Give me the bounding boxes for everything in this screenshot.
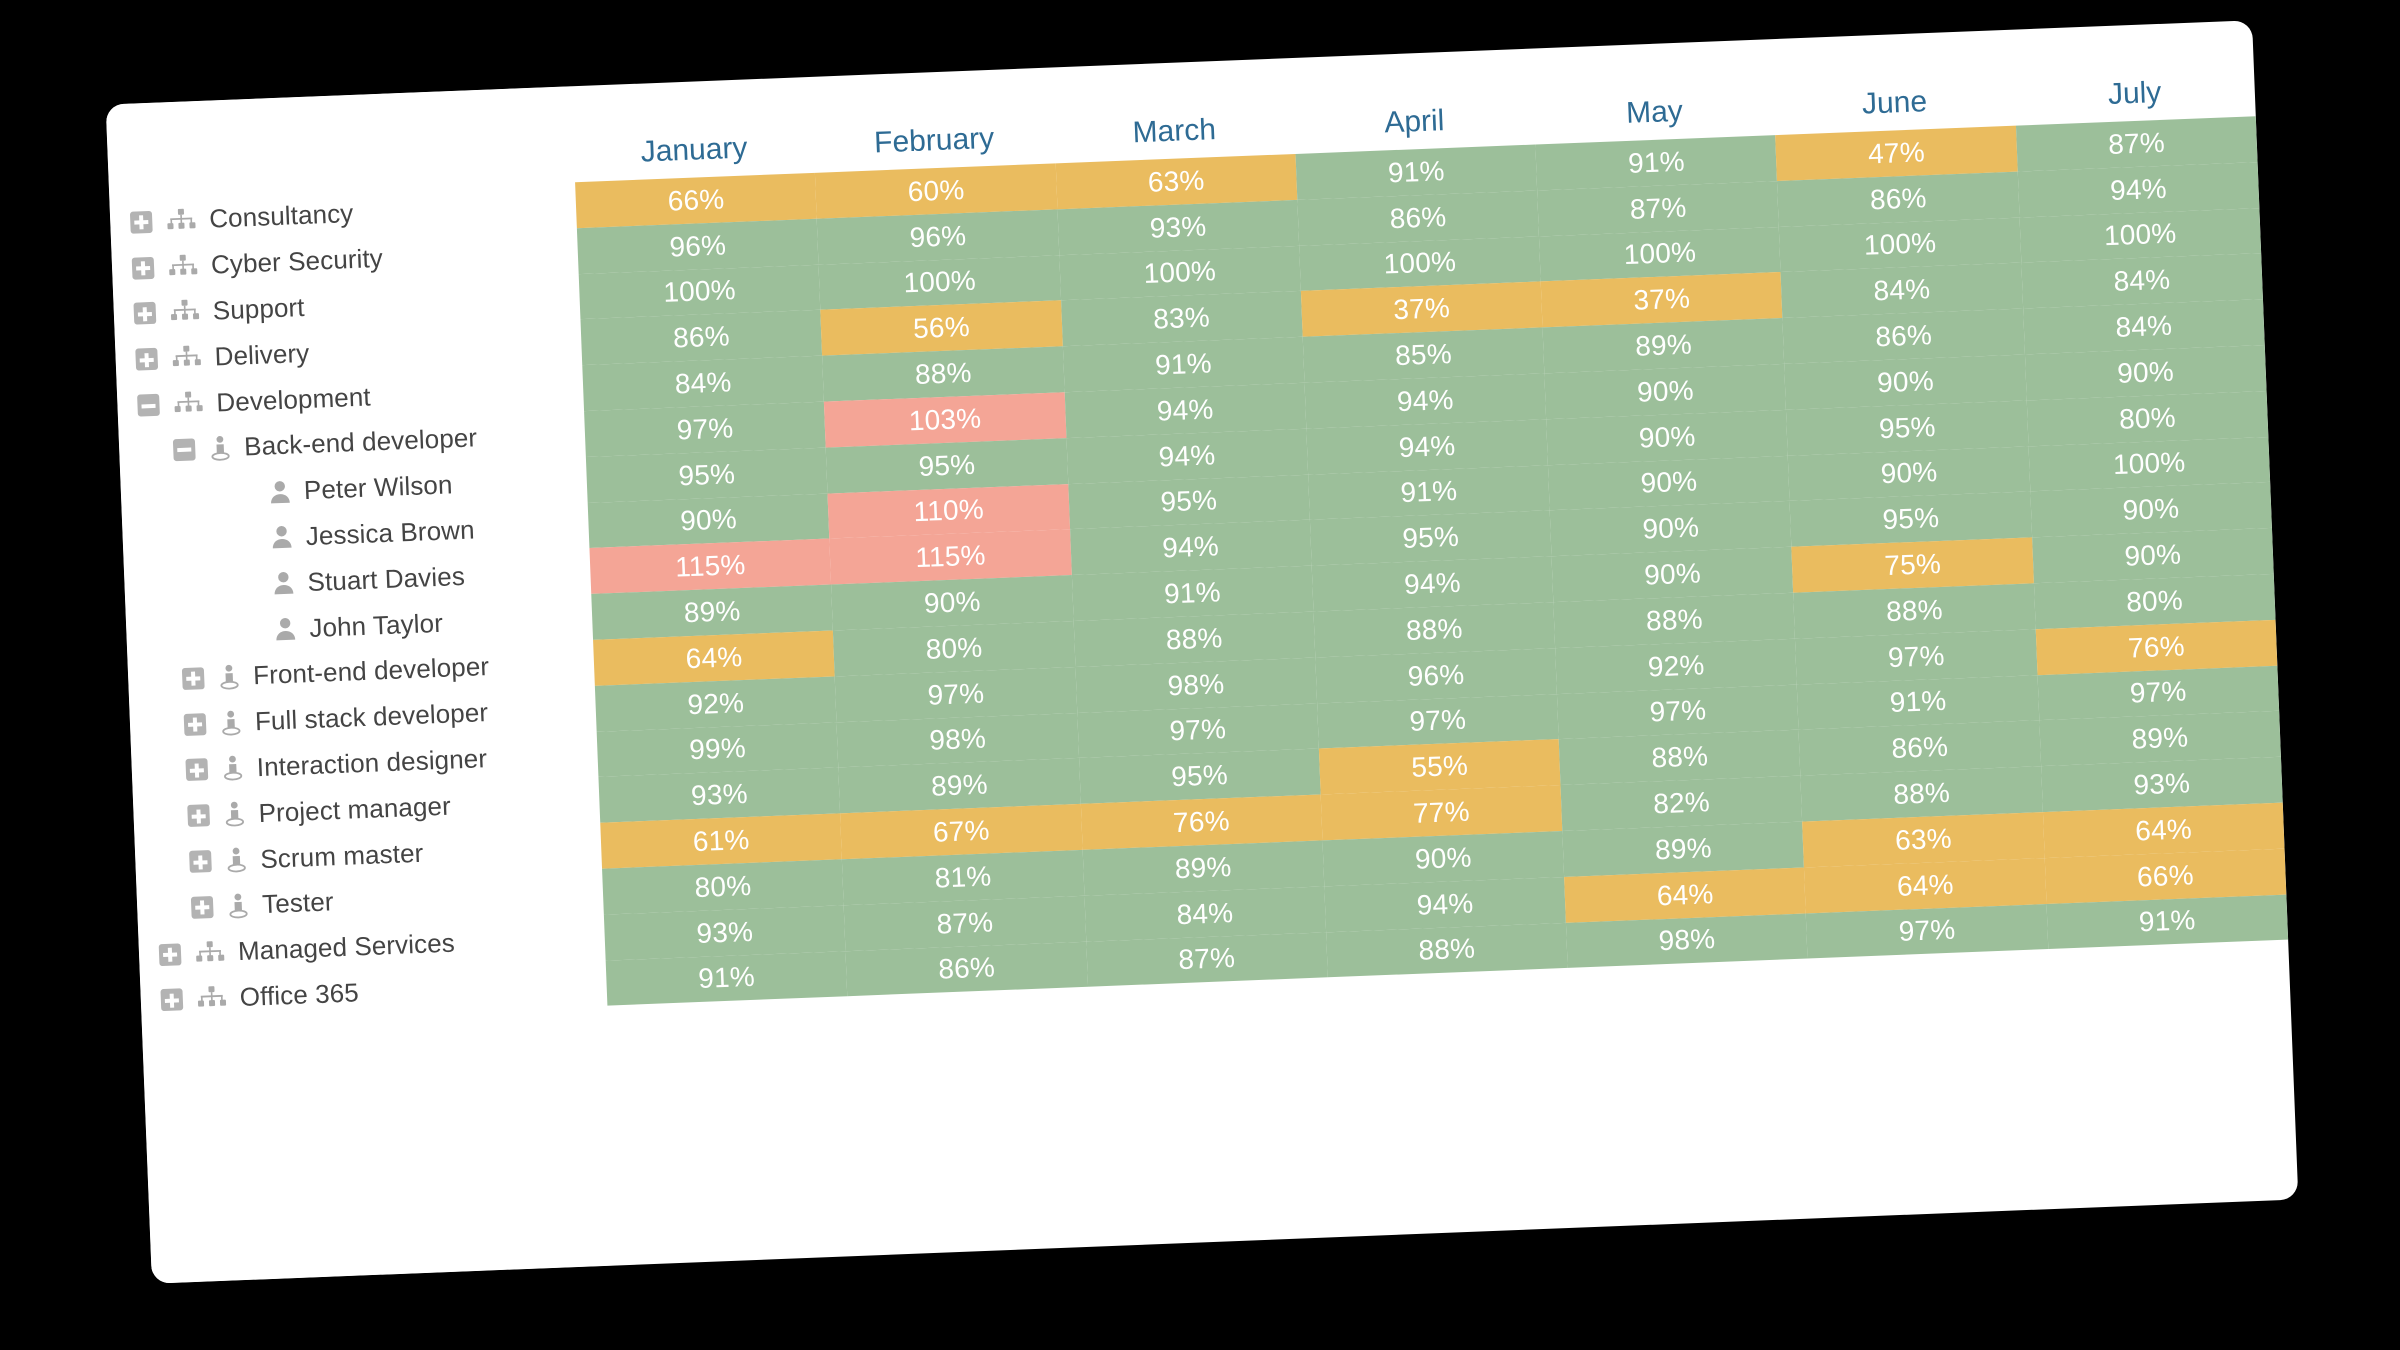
role-person-icon [221,755,244,782]
person-icon [274,617,297,642]
tree-item-label: Managed Services [237,927,456,967]
expand-plus-icon[interactable] [160,988,184,1012]
org-chart-icon [169,300,200,325]
expand-plus-icon[interactable] [131,256,155,280]
utilisation-heatmap: January February March April May June July 66%… [571,20,2298,1265]
heatmap-cell[interactable]: 88% [1325,922,1568,978]
tree-item-label: Scrum master [259,837,424,874]
tree-item-label: Front-end developer [252,651,490,691]
expand-plus-icon[interactable] [183,712,207,736]
org-chart-icon [195,940,226,965]
role-person-icon [227,892,250,919]
expand-plus-icon[interactable] [189,850,212,873]
tree-item-label: John Taylor [308,607,444,643]
expand-plus-icon[interactable] [181,667,205,690]
tree-item-label: Office 365 [239,977,360,1012]
tree-item-label: Stuart Davies [306,560,466,597]
tree-item-label: Full stack developer [254,697,489,737]
expand-plus-icon[interactable] [190,895,214,919]
expand-plus-icon[interactable] [133,302,157,326]
person-icon [272,571,295,596]
expand-plus-icon[interactable] [158,942,182,966]
role-person-icon [220,709,243,736]
collapse-minus-icon[interactable] [172,438,196,462]
heatmap-cell[interactable]: 97% [1806,903,2049,959]
expand-plus-icon[interactable] [185,758,209,782]
tree-item-label: Development [215,381,372,418]
org-chart-icon [173,391,204,416]
tree-item-label: Jessica Brown [305,514,476,552]
tree-item-label: Back-end developer [243,422,478,462]
tree-item-label: Support [212,291,306,326]
tree-item-label: Tester [261,886,335,920]
tree-item-label: Peter Wilson [303,469,454,506]
expand-plus-icon[interactable] [187,804,211,828]
role-person-icon [218,664,241,691]
role-person-icon [225,847,248,874]
org-chart-icon [166,208,197,233]
screenshot-stage: Consultancy Cyber Security Support Delivery… [0,0,2400,1350]
role-person-icon [223,801,246,828]
org-tree-sidebar: Consultancy Cyber Security Support Delivery… [105,86,618,1284]
heatmap-cell[interactable]: 86% [845,941,1088,997]
utilisation-card: Consultancy Cyber Security Support Delivery… [105,20,2299,1284]
tree-item-label: Delivery [214,337,310,372]
org-chart-icon [171,345,202,370]
tree-item-label: Project manager [258,790,452,828]
heatmap-body: 66% 60% 63% 91% 91% 47% 87% 96% 96% 93% 86% 87% 86% 9… [575,116,2289,1006]
heatmap-cell[interactable]: 91% [605,950,848,1006]
org-chart-icon [168,254,199,279]
heatmap-cell[interactable]: 98% [1566,913,1808,969]
tree-item-label: Cyber Security [210,243,384,280]
org-chart-icon [196,986,227,1011]
tree-item-label: Interaction designer [256,743,488,783]
heatmap-cell[interactable]: 87% [1085,931,1328,988]
expand-plus-icon[interactable] [129,210,153,234]
heatmap-cell[interactable]: 91% [2046,894,2289,950]
expand-plus-icon[interactable] [135,348,159,371]
tree-item-label: Consultancy [208,198,354,235]
person-icon [269,479,292,504]
role-person-icon [209,435,232,462]
collapse-minus-icon[interactable] [137,393,160,417]
person-icon [270,525,293,550]
